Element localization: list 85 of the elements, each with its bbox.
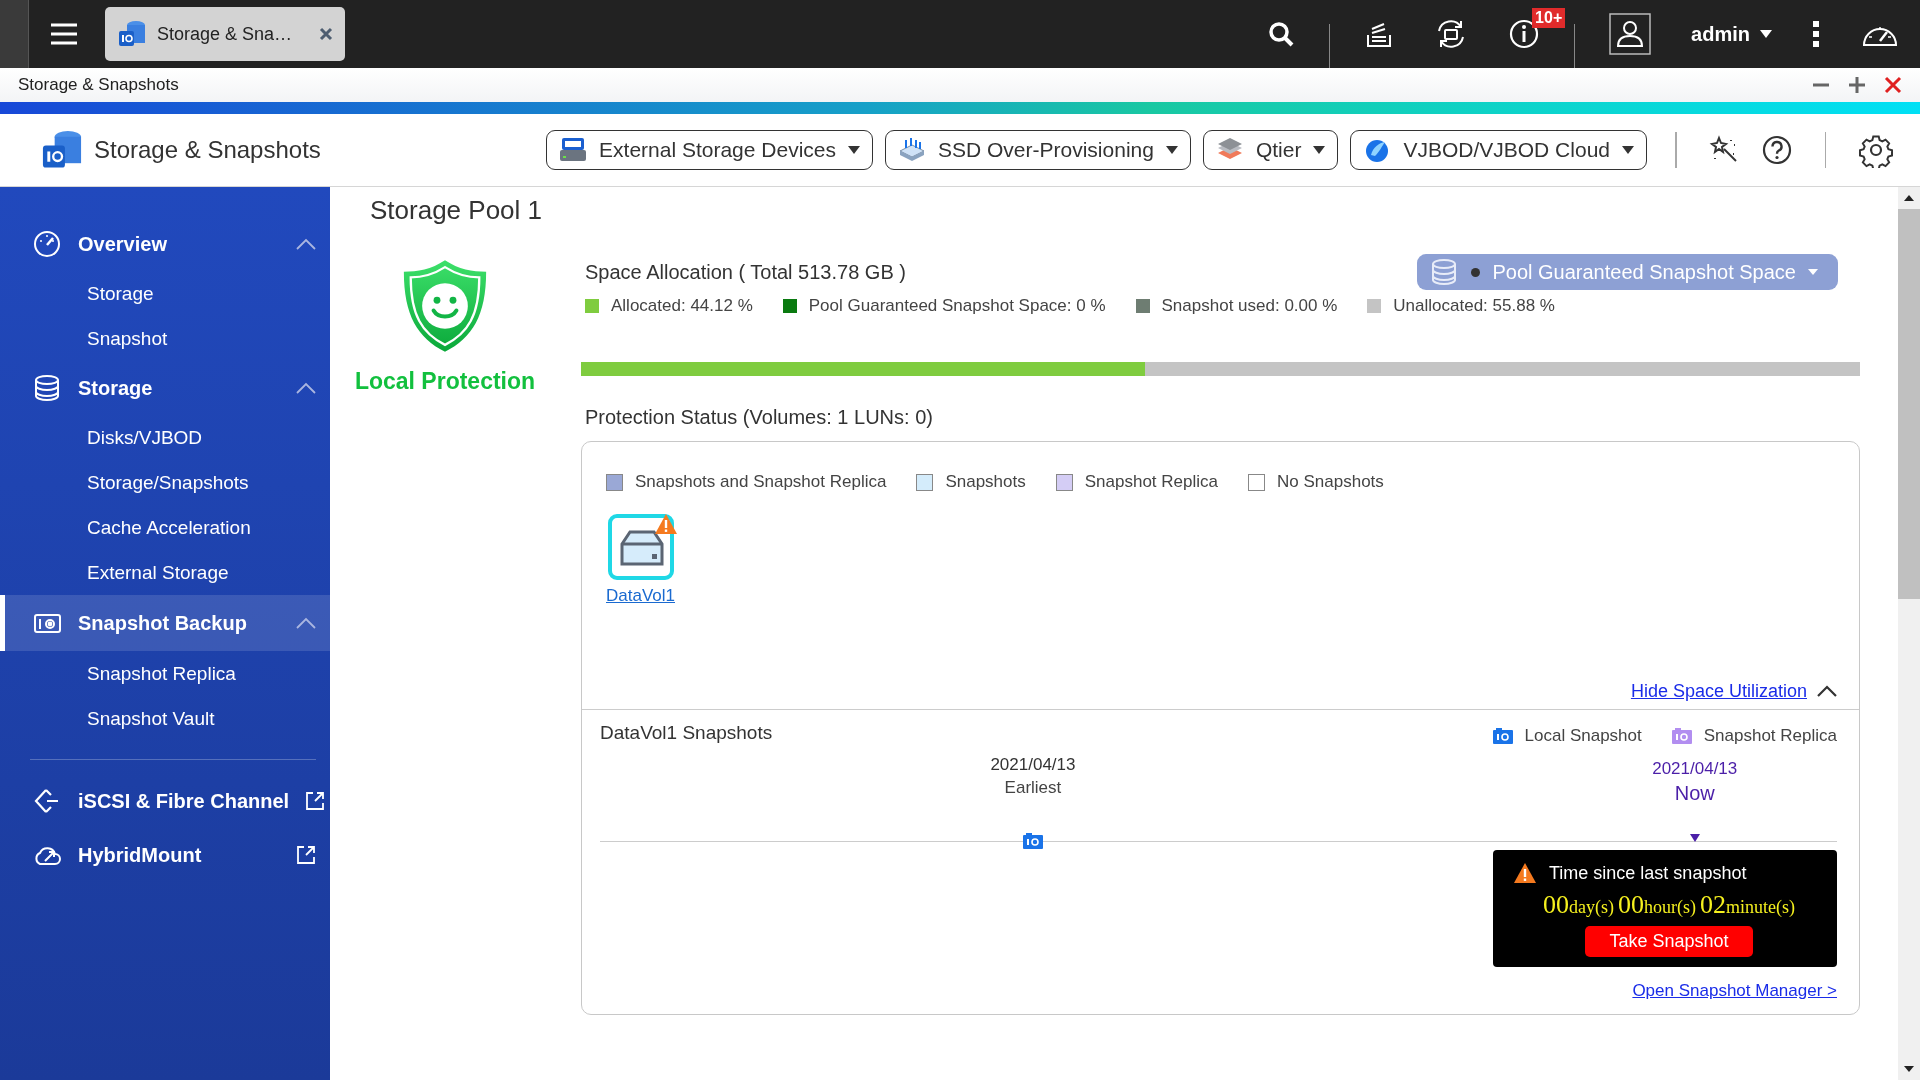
ssd-icon (898, 137, 926, 163)
dropdown-button[interactable]: Qtier (1202, 130, 1339, 170)
caret-icon (1760, 30, 1772, 38)
legend-label: Unallocated: 55.88 % (1393, 296, 1555, 316)
sidebar-item[interactable]: Snapshot Replica (0, 651, 330, 696)
external-link-icon[interactable] (296, 845, 316, 865)
legend-label: Pool Guaranteed Snapshot Space: 0 % (808, 296, 1106, 316)
timeline-date: 2021/04/13 (990, 754, 1076, 776)
sidebar-section[interactable]: HybridMount (0, 828, 330, 882)
legend-label: Snapshot Replica (1084, 472, 1218, 492)
dropdown-button[interactable]: External Storage Devices (546, 130, 873, 170)
sidebar-item[interactable]: Storage (0, 271, 330, 316)
caret-icon (1313, 146, 1326, 154)
caret-icon (848, 146, 860, 154)
snapshot-marker-icon[interactable] (1022, 833, 1043, 849)
gauge-icon (32, 229, 62, 259)
caret-icon (1808, 269, 1818, 275)
sidebar-section[interactable]: Snapshot Backup (0, 595, 330, 651)
sidebar-section-label: HybridMount (78, 843, 203, 867)
maximize-icon[interactable] (1848, 76, 1866, 94)
storage-app-icon (117, 19, 147, 49)
dropdown-button[interactable]: SSD Over-Provisioning (885, 130, 1191, 170)
pointer-icon (1689, 834, 1700, 842)
take-snapshot-button[interactable]: Take Snapshot (1585, 926, 1753, 957)
legend-label: No Snapshots (1277, 472, 1384, 492)
sidebar-item[interactable]: Cache Acceleration (0, 505, 330, 550)
sidebar-item[interactable]: External Storage (0, 550, 330, 595)
protection-status: Local Protection (354, 368, 536, 395)
sidebar-section-label: Snapshot Backup (78, 611, 248, 635)
sidebar-item[interactable]: Snapshot (0, 316, 330, 361)
sidebar-section-label: Storage (78, 376, 154, 400)
legend-label: Snapshot used: 0.00 % (1161, 296, 1338, 316)
window-title: Storage & Snapshots (18, 75, 179, 95)
help-icon[interactable] (1760, 134, 1793, 166)
sidebar-item[interactable]: Snapshot Vault (0, 696, 330, 741)
sidebar-section[interactable]: Storage (0, 361, 330, 415)
tab-title: Storage & Sna… (157, 23, 294, 45)
dropdown-button[interactable]: VJBOD/VJBOD Cloud (1350, 130, 1647, 170)
external-link-icon[interactable] (305, 791, 326, 811)
legend-label: Allocated: 44.12 % (611, 296, 753, 316)
close-icon[interactable] (1884, 76, 1902, 94)
sidebar-item[interactable]: Storage/Snapshots (0, 460, 330, 505)
search-icon[interactable] (1267, 20, 1296, 48)
caret-icon (1165, 146, 1178, 154)
timeline-label: Now (1673, 782, 1716, 805)
pool-title: Storage Pool 1 (370, 195, 543, 226)
drive-icon (559, 137, 588, 163)
scroll-up-icon[interactable] (1904, 195, 1914, 201)
section-title: Protection Status (Volumes: 1 LUNs: 0) (585, 406, 934, 429)
user-icon[interactable] (1609, 13, 1652, 55)
caret-icon (1622, 146, 1634, 154)
legend-label: Snapshot Replica (1703, 726, 1837, 746)
snapshot-manager-link[interactable]: Open Snapshot Manager > (1632, 981, 1837, 1001)
sidebar-section[interactable]: iSCSI & Fibre Channel (0, 774, 330, 828)
menu-icon[interactable] (49, 22, 79, 46)
hide-space-link[interactable]: Hide Space Utilization (1630, 680, 1807, 702)
database-icon (32, 373, 62, 403)
app-title: Storage & Snapshots (94, 136, 321, 164)
dot-icon (1471, 267, 1481, 277)
volume-link[interactable]: DataVol1 (606, 586, 675, 606)
sidebar-section-label: Overview (78, 232, 168, 256)
notification-badge: 10+ (1532, 8, 1566, 28)
warning-icon (1513, 862, 1537, 884)
timeline-label: Earliest (1003, 778, 1063, 798)
scroll-down-icon[interactable] (1904, 1066, 1914, 1072)
snapshots-title: DataVol1 Snapshots (600, 722, 773, 744)
legend-label: Local Snapshot (1524, 726, 1642, 746)
popup-title: Time since last snapshot (1549, 862, 1747, 884)
section-title: Space Allocation ( Total 513.78 GB ) (585, 260, 906, 284)
sidebar-section-label: iSCSI & Fibre Channel (78, 789, 290, 813)
scrollbar-thumb[interactable] (1898, 209, 1920, 599)
more-icon[interactable] (1812, 20, 1820, 48)
timeline-date: 2021/04/13 (1652, 758, 1738, 780)
user-menu[interactable]: admin (1691, 22, 1772, 46)
sidebar-item[interactable]: Disks/VJBOD (0, 415, 330, 460)
scrollbar[interactable] (1898, 187, 1920, 1080)
close-icon[interactable] (319, 27, 333, 41)
edge-handle[interactable] (0, 0, 29, 68)
chevron-icon[interactable] (1817, 685, 1837, 697)
sidebar-section[interactable]: Overview (0, 217, 330, 271)
app-tab[interactable]: Storage & Sna… (105, 7, 345, 61)
legend-label: Snapshots and Snapshot Replica (635, 472, 887, 492)
legend-label: Snapshots (945, 472, 1026, 492)
volume-icon[interactable] (607, 514, 674, 580)
elapsed-time: 00day(s)00hour(s)02minute(s) (1543, 890, 1795, 920)
